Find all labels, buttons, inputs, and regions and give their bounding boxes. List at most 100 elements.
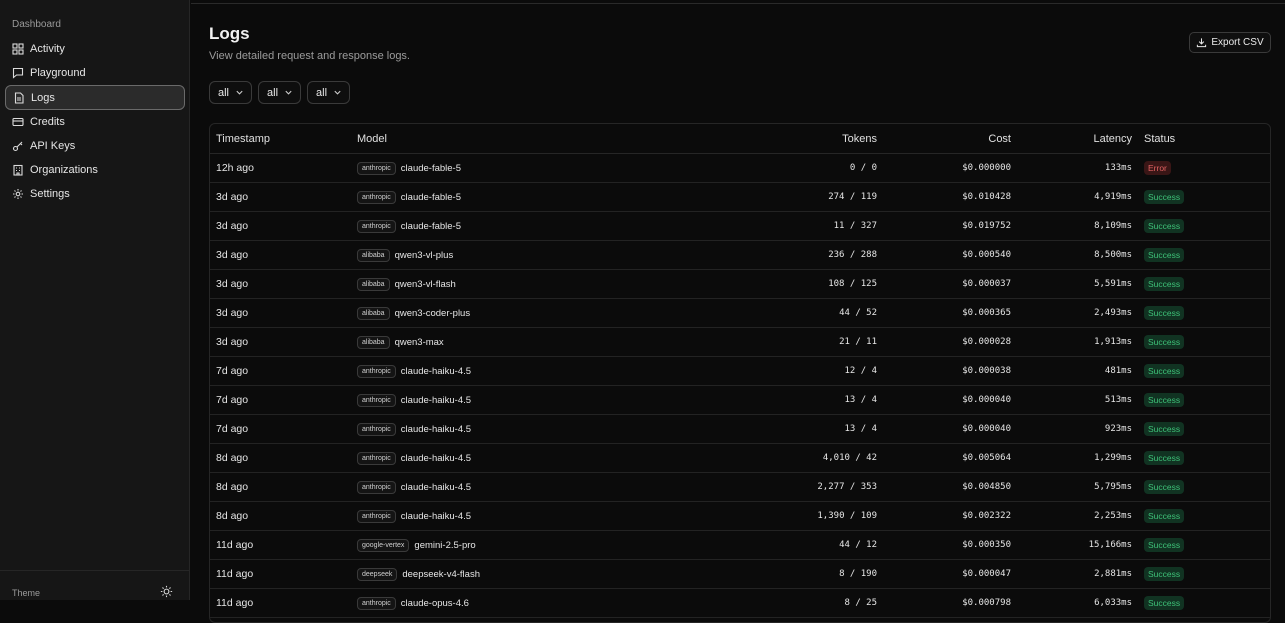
table-row[interactable]: 11d ago google-vertex gemini-2.5-pro 44 / 1… — [210, 530, 1270, 560]
cell-timestamp: 8d ago — [210, 472, 357, 502]
cell-tokens: 274 / 119 — [637, 182, 877, 212]
column-header-cost[interactable]: Cost — [877, 124, 1011, 154]
cell-tokens: 12 / 4 — [637, 356, 877, 386]
model-name: claude-fable-5 — [400, 162, 462, 174]
filter-select-1[interactable]: all — [209, 81, 253, 104]
cell-model: alibaba qwen3-vl-plus — [357, 240, 637, 270]
filter-value: all — [316, 86, 328, 99]
table-row[interactable]: 11d ago anthropic claude-opus-4.6 8 / 25 $0.… — [210, 588, 1270, 618]
provider-badge: anthropic — [357, 364, 396, 378]
column-header-status[interactable]: Status — [1132, 124, 1270, 154]
provider-badge: alibaba — [357, 248, 390, 262]
filter-value: all — [267, 86, 279, 99]
sidebar-footer: Theme — [0, 570, 189, 600]
sun-icon[interactable] — [160, 585, 173, 598]
table-row[interactable]: 3d ago anthropic claude-fable-5 11 / 327 $0.… — [210, 211, 1270, 241]
model-name: claude-fable-5 — [400, 220, 462, 232]
sidebar-item-api-keys[interactable]: API Keys — [5, 134, 185, 158]
cell-latency: 2,493ms — [1011, 298, 1132, 328]
column-header-tokens[interactable]: Tokens — [637, 124, 877, 154]
main-content: Logs View detailed request and response … — [191, 0, 1285, 623]
cell-model: anthropic claude-haiku-4.5 — [357, 356, 637, 386]
provider-badge: anthropic — [357, 596, 396, 610]
cell-status: Success — [1132, 530, 1270, 560]
grid-icon — [12, 43, 24, 55]
model-name: claude-haiku-4.5 — [400, 423, 472, 435]
table-row[interactable]: 11d ago deepseek deepseek-v4-flash 8 / 190 $… — [210, 559, 1270, 589]
gear-icon — [13, 189, 23, 199]
table-row[interactable]: 8d ago anthropic claude-haiku-4.5 4,010 / 4… — [210, 443, 1270, 473]
provider-badge: deepseek — [357, 567, 398, 581]
model-name: qwen3-coder-plus — [394, 307, 471, 319]
table-row[interactable]: 7d ago anthropic claude-haiku-4.5 13 / 4 $0.… — [210, 385, 1270, 415]
cell-status: Success — [1132, 443, 1270, 473]
column-header-latency[interactable]: Latency — [1011, 124, 1132, 154]
cell-latency: 1,299ms — [1011, 443, 1132, 473]
cell-timestamp: 3d ago — [210, 240, 357, 270]
cell-cost: $0.005064 — [877, 443, 1011, 473]
table-row[interactable]: 7d ago anthropic claude-haiku-4.5 13 / 4 $0.… — [210, 414, 1270, 444]
cell-model: anthropic claude-fable-5 — [357, 153, 637, 183]
table-row[interactable]: 8d ago anthropic claude-haiku-4.5 2,277 / 3… — [210, 472, 1270, 502]
cell-model: anthropic claude-haiku-4.5 — [357, 414, 637, 444]
filter-select-2[interactable]: all — [258, 81, 302, 104]
model-name: claude-haiku-4.5 — [400, 481, 472, 493]
download-icon — [1197, 38, 1207, 48]
chat-bubble-icon — [12, 67, 24, 79]
provider-badge: alibaba — [357, 277, 390, 291]
cell-cost: $0.000037 — [877, 269, 1011, 299]
cell-latency: 5,591ms — [1011, 269, 1132, 299]
sidebar-item-activity[interactable]: Activity — [5, 37, 185, 61]
table-row[interactable]: 3d ago alibaba qwen3-coder-plus 44 / 52 $0.0… — [210, 298, 1270, 328]
sidebar-item-label: Organizations — [30, 164, 98, 176]
cell-timestamp: 3d ago — [210, 269, 357, 299]
cell-timestamp: 8d ago — [210, 501, 357, 531]
theme-label: Theme — [12, 588, 41, 598]
cell-status: Success — [1132, 356, 1270, 386]
provider-badge: google-vertex — [357, 538, 410, 552]
cell-latency: 481ms — [1011, 356, 1132, 386]
cell-status: Error — [1132, 153, 1270, 183]
sidebar-item-organizations[interactable]: Organizations — [5, 158, 185, 182]
cell-cost: $0.002322 — [877, 501, 1011, 531]
export-csv-button[interactable]: Export CSV — [1189, 32, 1271, 53]
model-name: qwen3-vl-plus — [394, 249, 454, 261]
cell-model: anthropic claude-opus-4.6 — [357, 588, 637, 618]
sidebar-item-playground[interactable]: Playground — [5, 61, 185, 85]
page-title: Logs — [209, 24, 250, 43]
cell-tokens: 1,390 / 109 — [637, 501, 877, 531]
cell-cost: $0.000038 — [877, 356, 1011, 386]
cell-timestamp: 7d ago — [210, 385, 357, 415]
cell-status: Success — [1132, 385, 1270, 415]
table-row[interactable]: 7d ago anthropic claude-haiku-4.5 12 / 4 $0.… — [210, 356, 1270, 386]
table-row[interactable]: 12h ago anthropic claude-fable-5 0 / 0 $0.00… — [210, 153, 1270, 183]
filter-select-3[interactable]: all — [307, 81, 351, 104]
table-row[interactable]: 3d ago anthropic claude-fable-5 274 / 119 $0… — [210, 182, 1270, 212]
chevron-down-icon — [236, 90, 243, 95]
cell-tokens: 2,277 / 353 — [637, 472, 877, 502]
sidebar-item-label: Activity — [30, 43, 65, 55]
table-row[interactable]: 3d ago alibaba qwen3-vl-plus 236 / 288 $0.00… — [210, 240, 1270, 270]
status-badge: Success — [1144, 364, 1185, 378]
table-row[interactable]: 3d ago alibaba qwen3-vl-flash 108 / 125 $0.0… — [210, 269, 1270, 299]
cell-timestamp: 12h ago — [210, 153, 357, 183]
table-row[interactable]: 3d ago alibaba qwen3-max 21 / 11 $0.000028 1,… — [210, 327, 1270, 357]
table-row[interactable]: 8d ago anthropic claude-haiku-4.5 1,390 / 1… — [210, 501, 1270, 531]
cell-tokens: 236 / 288 — [637, 240, 877, 270]
filter-value: all — [218, 86, 230, 99]
column-header-model[interactable]: Model — [357, 124, 637, 154]
cell-cost: $0.000798 — [877, 588, 1011, 618]
sidebar-item-settings[interactable]: Settings — [5, 182, 185, 206]
cell-model: anthropic claude-fable-5 — [357, 182, 637, 212]
cell-status: Success — [1132, 240, 1270, 270]
chevron-down-icon — [334, 90, 341, 95]
sidebar-item-logs[interactable]: Logs — [5, 85, 185, 110]
sidebar-item-credits[interactable]: Credits — [5, 110, 185, 134]
column-header-timestamp[interactable]: Timestamp — [210, 124, 357, 154]
model-name: claude-fable-5 — [400, 191, 462, 203]
cell-timestamp: 11d ago — [210, 530, 357, 560]
cell-tokens: 13 / 4 — [637, 414, 877, 444]
top-divider — [191, 3, 1285, 4]
status-badge: Success — [1144, 422, 1185, 436]
cell-cost: $0.000047 — [877, 559, 1011, 589]
